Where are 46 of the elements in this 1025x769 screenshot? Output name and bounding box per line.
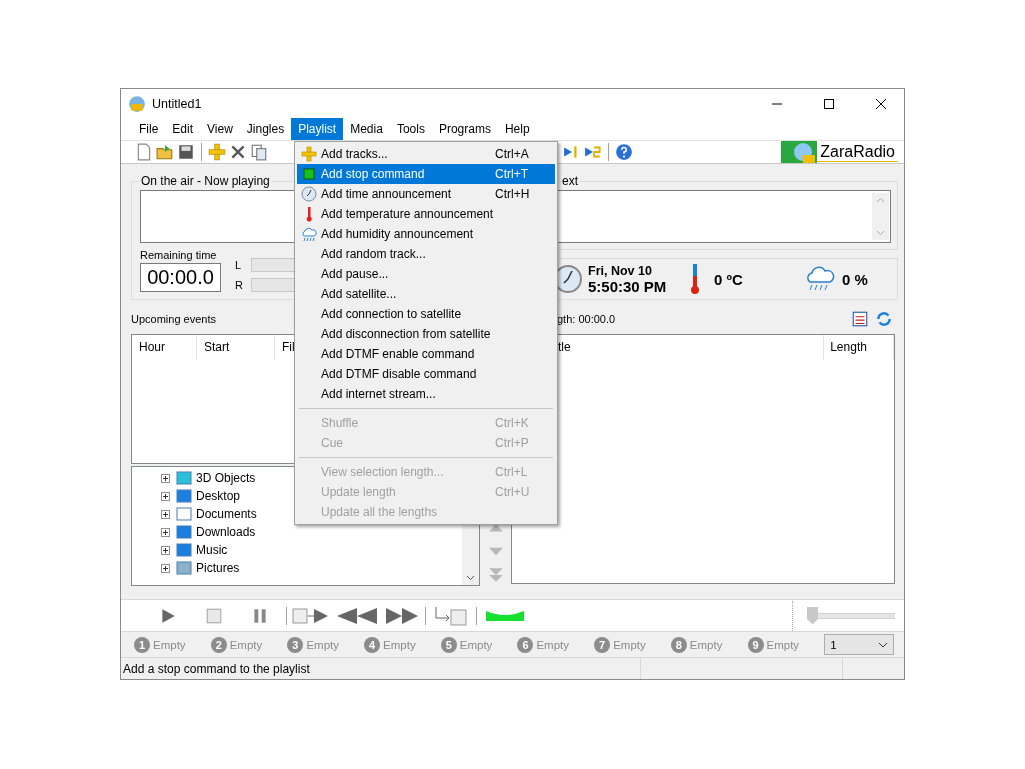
- menu-item[interactable]: Add temperature announcement: [297, 204, 555, 224]
- column-header[interactable]: Start: [197, 335, 275, 360]
- time-text: 5:50:30 PM: [588, 277, 668, 295]
- section-title: Upcoming events: [131, 313, 216, 325]
- menu-item[interactable]: Add time announcement Ctrl+H: [297, 184, 555, 204]
- logo: ZaraRadio: [781, 141, 898, 163]
- column-header[interactable]: Fil: [275, 335, 295, 360]
- menu-item[interactable]: Media: [343, 118, 390, 140]
- humidity-text: 0 %: [842, 270, 868, 288]
- menu-item[interactable]: Tools: [389, 118, 432, 140]
- date-text: Fri, Nov 10: [588, 263, 653, 278]
- column-header[interactable]: Length: [824, 335, 894, 360]
- tree-item[interactable]: Music: [196, 543, 228, 557]
- tree-item[interactable]: Documents: [196, 507, 257, 521]
- status-text: Add a stop command to the playlist: [123, 661, 310, 676]
- tree-item[interactable]: 3D Objects: [196, 471, 256, 485]
- menu-item[interactable]: Playlist: [291, 118, 344, 140]
- channel-label: L: [235, 259, 243, 271]
- channel-label: R: [235, 279, 244, 291]
- menu-item[interactable]: Add satellite...: [297, 284, 555, 304]
- window-title: Untitled1: [152, 96, 203, 111]
- menu-item[interactable]: Add connection to satellite: [297, 304, 555, 324]
- column-header[interactable]: Hour: [132, 335, 197, 360]
- menu-item[interactable]: Add pause...: [297, 264, 555, 284]
- length-text: gth: 00:00.0: [557, 313, 616, 325]
- tree-item[interactable]: Pictures: [196, 561, 240, 575]
- remaining-time-display: 00:00.0: [140, 263, 221, 292]
- menu-item[interactable]: Add tracks... Ctrl+A: [297, 144, 555, 164]
- jingle-set-dropdown[interactable]: 1: [824, 634, 894, 655]
- menu-item[interactable]: Add humidity announcement: [297, 224, 555, 244]
- menu-item[interactable]: Programs: [431, 118, 498, 140]
- menu-item[interactable]: Help: [497, 118, 537, 140]
- group-title: On the air - Now playing: [140, 174, 271, 188]
- menu-item[interactable]: Add stop command Ctrl+T: [297, 164, 555, 184]
- menu-item[interactable]: Add random track...: [297, 244, 555, 264]
- remaining-time-label: Remaining time: [140, 249, 218, 261]
- menu-item[interactable]: Edit: [165, 118, 201, 140]
- menu-item[interactable]: View: [200, 118, 240, 140]
- menu-item[interactable]: Jingles: [239, 118, 292, 140]
- menu-item[interactable]: Add internet stream...: [297, 384, 555, 404]
- group-title: ext: [561, 174, 579, 188]
- menu-item[interactable]: File: [132, 118, 166, 140]
- temperature-text: 0 ºC: [714, 270, 744, 288]
- menu-item[interactable]: Add DTMF disable command: [297, 364, 555, 384]
- tree-item[interactable]: Desktop: [196, 489, 241, 503]
- tree-item[interactable]: Downloads: [196, 525, 256, 539]
